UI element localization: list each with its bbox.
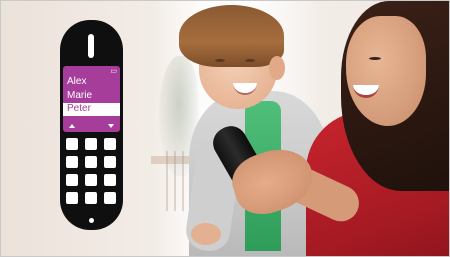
promo-banner: ▭ Alex Marie Peter	[0, 0, 450, 257]
keypad-key[interactable]	[104, 192, 116, 204]
boy-ear	[269, 56, 285, 80]
phone-screen: ▭ Alex Marie Peter	[63, 66, 120, 132]
arrow-up-icon[interactable]	[69, 124, 75, 128]
woman-eye	[369, 57, 381, 60]
woman-face	[346, 16, 426, 126]
earpiece-icon	[88, 34, 94, 58]
phone-illustration: ▭ Alex Marie Peter	[60, 20, 123, 230]
keypad-key[interactable]	[85, 192, 97, 204]
contact-item[interactable]: Alex	[67, 76, 86, 88]
boy-hand	[191, 223, 221, 245]
keypad-key[interactable]	[104, 174, 116, 186]
contact-item[interactable]: Marie	[67, 90, 92, 102]
battery-icon: ▭	[110, 68, 117, 75]
keypad-key[interactable]	[66, 174, 78, 186]
keypad-key[interactable]	[85, 156, 97, 168]
microphone-icon	[89, 218, 94, 223]
boy-eye-left	[215, 59, 225, 62]
keypad-key[interactable]	[66, 156, 78, 168]
boy-hair	[179, 5, 284, 67]
keypad	[66, 138, 117, 208]
keypad-key[interactable]	[85, 174, 97, 186]
keypad-key[interactable]	[104, 156, 116, 168]
keypad-key[interactable]	[66, 192, 78, 204]
arrow-down-icon[interactable]	[108, 124, 114, 128]
boy-eye-right	[245, 59, 255, 62]
scroll-arrows	[63, 120, 120, 130]
keypad-key[interactable]	[66, 138, 78, 150]
keypad-key[interactable]	[85, 138, 97, 150]
contact-item-selected[interactable]: Peter	[63, 103, 120, 116]
keypad-key[interactable]	[104, 138, 116, 150]
